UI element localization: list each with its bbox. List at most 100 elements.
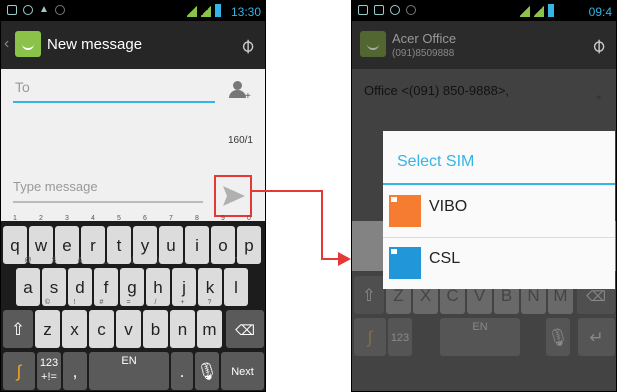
key-alt-char: 3 [65,215,69,222]
messaging-app-icon[interactable] [360,31,386,57]
key-alt-char: : [183,257,185,264]
key-alt-char: " [234,257,238,264]
key-label: s [49,278,59,297]
status-bar: ▲ 13:30 [1,1,265,21]
key-alt-char: © [44,299,51,306]
notification-icon [55,5,65,15]
key-label: g [127,278,137,297]
key-label: c [97,320,106,339]
notification-icon [7,5,17,15]
key-label: l [234,278,238,297]
period-key[interactable]: . [171,352,193,390]
notification-icon [406,5,416,15]
key-alt-char: & [77,257,83,264]
battery-icon [215,4,221,17]
swype-key[interactable]: ∫ [3,352,35,390]
left-phone-screen: ▲ 13:30 ‹ New message ⌀ To + 160/1 Type … [0,0,266,392]
action-bar: ‹ New message ⌀ [1,21,265,69]
sim-label: CSL [429,250,461,267]
sim-option-csl[interactable]: CSL [383,237,615,289]
comma-key[interactable]: , [63,352,87,390]
sim-card-icon [389,247,421,279]
key-c[interactable]: c # [89,299,114,348]
select-sim-dialog: Select SIM VIBO CSL [383,131,615,289]
battery-icon [548,4,554,17]
key-alt-char: / [154,299,157,306]
key-alt-char: _ [104,257,108,264]
message-input[interactable]: Type message [13,179,203,203]
backspace-key[interactable]: ⌫ [226,310,264,348]
add-contact-icon[interactable]: + [229,81,251,102]
sim-card-icon [389,195,421,227]
next-key[interactable]: Next [221,352,264,390]
dialog-title: Select SIM [397,153,475,170]
key-label: o [218,236,228,255]
key-label: y [140,236,150,255]
attach-icon[interactable]: ⌀ [234,32,260,58]
key-label: i [195,236,199,255]
key-alt-char: @ [24,257,32,264]
attach-icon[interactable]: ⌀ [585,32,611,58]
key-label: f [103,278,109,297]
warning-icon: ▲ [39,4,49,15]
key-label: a [23,278,33,297]
status-bar: 09:4 [352,1,616,21]
key-alt-char: 0 [247,215,251,222]
send-button[interactable] [214,175,252,217]
key-alt-char: 1 [13,215,17,222]
key-label: p [244,236,254,255]
notification-icon [390,5,400,15]
key-l[interactable]: l " [224,257,248,306]
key-label: r [90,236,96,255]
character-count: 160/1 [227,135,253,146]
key-label: n [177,320,188,339]
key-label: z [43,320,52,339]
symbols-key[interactable]: 123 +!= [37,352,61,390]
right-phone-screen: 09:4 Acer Office (091)8509888 ⌀ Office <… [351,0,617,392]
signal-icon [520,5,530,17]
key-z[interactable]: z © [35,299,60,348]
key-alt-char: 9 [221,215,225,222]
screen-title: New message [47,36,143,53]
space-key[interactable]: EN [89,352,169,390]
key-label: w [34,236,48,255]
key-alt-char: 5 [117,215,121,222]
notification-icon [23,5,33,15]
status-time: 09:4 [588,5,612,19]
key-label: x [70,320,79,339]
shift-key[interactable]: ⇧ [3,310,33,348]
to-field[interactable]: To [13,79,215,103]
key-label: u [166,236,176,255]
key-alt-char: 7 [169,215,173,222]
key-m[interactable]: m? [197,299,222,348]
key-n[interactable]: n + [170,299,195,348]
key-alt-char: 2 [39,215,43,222]
key-alt-char: $ [52,257,56,264]
contact-number: (091)8509888 [392,48,455,59]
composer-area: To + 160/1 Type message [1,69,265,221]
key-b[interactable]: b / [143,299,168,348]
on-screen-keyboard: q1w2e3r4t5y6u7i8o9p0 a @ s $ d & f _ g(h) j: k; l " … [1,215,265,391]
send-icon [223,186,245,206]
back-icon[interactable]: ‹ [4,35,9,53]
mail-icon [374,5,384,15]
signal-icon [534,5,544,17]
key-alt-char: + [180,299,185,306]
key-label: h [153,278,163,297]
signal-icon [201,5,211,17]
microphone-key[interactable]: 🎙 [195,352,219,390]
key-v[interactable]: v = [116,299,141,348]
key-label: e [62,236,72,255]
key-alt-char: ? [207,299,212,306]
key-alt-char: # [99,299,104,306]
sim-option-vibo[interactable]: VIBO [383,185,615,238]
notification-icon [358,5,368,15]
key-x[interactable]: x! [62,299,87,348]
key-alt-char: ; [209,257,211,264]
key-alt-char: ! [73,299,76,306]
key-alt-char: 4 [91,215,95,222]
key-label: j [182,278,186,297]
sim-label: VIBO [429,198,468,215]
key-alt-char: = [126,299,131,306]
messaging-app-icon[interactable] [15,31,41,57]
